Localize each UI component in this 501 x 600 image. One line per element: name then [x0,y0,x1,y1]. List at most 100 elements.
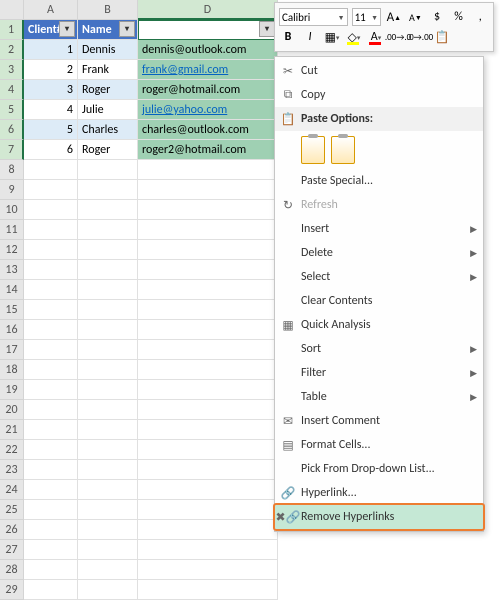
cell-A29[interactable] [24,580,78,600]
paste-option-1[interactable] [301,136,325,164]
cell-B10[interactable] [78,200,138,220]
menu-cut[interactable]: ✂Cut [275,59,483,83]
column-header-A[interactable]: A [24,0,78,20]
cell-A13[interactable] [24,260,78,280]
row-header-10[interactable]: 10 [0,200,24,220]
cell-A19[interactable] [24,380,78,400]
cell-A14[interactable] [24,280,78,300]
cell-D9[interactable] [138,180,278,200]
increase-decimal-button[interactable]: .0→.00 [411,28,429,46]
cell-B1[interactable]: Name [78,20,138,40]
row-header-13[interactable]: 13 [0,260,24,280]
cell-A1[interactable]: Client# [24,20,78,40]
menu-format-cells[interactable]: ▤Format Cells... [275,433,483,457]
cell-A5[interactable]: 4 [24,100,78,120]
cell-B2[interactable]: Dennis [78,40,138,60]
cell-B24[interactable] [78,480,138,500]
row-header-17[interactable]: 17 [0,340,24,360]
row-header-9[interactable]: 9 [0,180,24,200]
cell-B22[interactable] [78,440,138,460]
row-header-8[interactable]: 8 [0,160,24,180]
format-painter-button[interactable]: 📋 [433,28,451,46]
cell-A2[interactable]: 1 [24,40,78,60]
cell-D22[interactable] [138,440,278,460]
row-header-12[interactable]: 12 [0,240,24,260]
cell-B14[interactable] [78,280,138,300]
row-header-18[interactable]: 18 [0,360,24,380]
cell-B25[interactable] [78,500,138,520]
menu-insert-comment[interactable]: ✉Insert Comment [275,409,483,433]
row-header-3[interactable]: 3 [0,60,24,80]
cell-D5[interactable]: julie@yahoo.com [138,100,278,120]
cell-A9[interactable] [24,180,78,200]
percent-button[interactable]: % [450,8,468,26]
row-header-11[interactable]: 11 [0,220,24,240]
cell-A12[interactable] [24,240,78,260]
cell-B27[interactable] [78,540,138,560]
cell-D7[interactable]: roger2@hotmail.com [138,140,278,160]
row-header-20[interactable]: 20 [0,400,24,420]
bold-button[interactable]: B [279,28,297,46]
cell-D23[interactable] [138,460,278,480]
cell-A10[interactable] [24,200,78,220]
cell-A20[interactable] [24,400,78,420]
cell-A17[interactable] [24,340,78,360]
paste-option-2[interactable] [331,136,355,164]
cell-A15[interactable] [24,300,78,320]
cell-B11[interactable] [78,220,138,240]
menu-paste-special[interactable]: Paste Special... [275,169,483,193]
cell-A11[interactable] [24,220,78,240]
cell-D4[interactable]: roger@hotmail.com [138,80,278,100]
cell-D24[interactable] [138,480,278,500]
cell-B19[interactable] [78,380,138,400]
font-size-combo[interactable]: 11▼ [352,8,381,26]
font-color-button[interactable]: A▾ [367,28,385,46]
cell-B3[interactable]: Frank [78,60,138,80]
column-header-B[interactable]: B [78,0,138,20]
cell-D19[interactable] [138,380,278,400]
cell-D17[interactable] [138,340,278,360]
row-header-27[interactable]: 27 [0,540,24,560]
cell-B9[interactable] [78,180,138,200]
cell-B20[interactable] [78,400,138,420]
menu-clear-contents[interactable]: Clear Contents [275,289,483,313]
cell-D3[interactable]: frank@gmail.com [138,60,278,80]
row-header-5[interactable]: 5 [0,100,24,120]
font-name-combo[interactable]: Calibri▼ [279,8,348,26]
row-header-1[interactable]: 1 [0,20,24,40]
cell-D11[interactable] [138,220,278,240]
row-header-4[interactable]: 4 [0,80,24,100]
cell-B16[interactable] [78,320,138,340]
cell-B7[interactable]: Roger [78,140,138,160]
row-header-7[interactable]: 7 [0,140,24,160]
menu-filter[interactable]: Filter▶ [275,361,483,385]
cell-D26[interactable] [138,520,278,540]
cell-B17[interactable] [78,340,138,360]
cell-B6[interactable]: Charles [78,120,138,140]
cell-D10[interactable] [138,200,278,220]
decrease-font-button[interactable]: A▼ [407,8,425,26]
cell-D29[interactable] [138,580,278,600]
cell-D6[interactable]: charles@outlook.com [138,120,278,140]
row-header-15[interactable]: 15 [0,300,24,320]
menu-insert[interactable]: Insert▶ [275,217,483,241]
cell-B18[interactable] [78,360,138,380]
cell-A3[interactable]: 2 [24,60,78,80]
cell-D2[interactable]: dennis@outlook.com [138,40,278,60]
cell-A18[interactable] [24,360,78,380]
row-header-6[interactable]: 6 [0,120,24,140]
cell-B29[interactable] [78,580,138,600]
cell-D12[interactable] [138,240,278,260]
cell-D18[interactable] [138,360,278,380]
row-header-23[interactable]: 23 [0,460,24,480]
comma-button[interactable]: , [471,8,489,26]
cell-D20[interactable] [138,400,278,420]
cell-grid[interactable]: Client#Namee-mail1Dennisdennis@outlook.c… [24,20,278,600]
cell-A23[interactable] [24,460,78,480]
cell-B21[interactable] [78,420,138,440]
fill-color-button[interactable]: ◇▾ [345,28,363,46]
menu-select[interactable]: Select▶ [275,265,483,289]
cell-B15[interactable] [78,300,138,320]
menu-delete[interactable]: Delete▶ [275,241,483,265]
menu-quick-analysis[interactable]: ▦Quick Analysis [275,313,483,337]
